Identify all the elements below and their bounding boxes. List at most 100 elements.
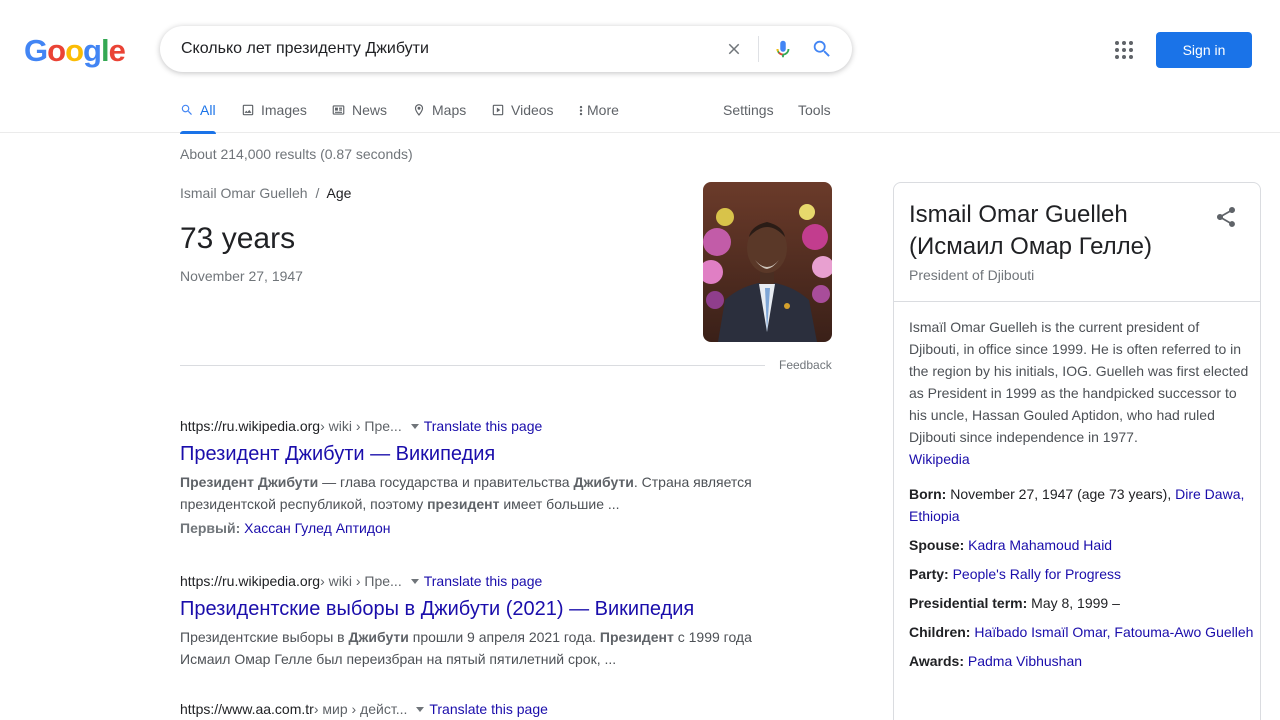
- result-title-link[interactable]: Президентские выборы в Джибути (2021) — …: [180, 596, 780, 622]
- snippet-text: прошли 9 апреля 2021 года.: [408, 629, 600, 645]
- kp-title: Ismail Omar Guelleh (Исмаил Омар Гелле): [909, 199, 1199, 263]
- result-extra-key: Первый:: [180, 520, 241, 536]
- logo-letter: l: [100, 33, 110, 68]
- fact-label: Presidential term:: [909, 595, 1028, 611]
- result-url: https://ru.wikipedia.org › wiki › Пре...…: [180, 418, 780, 434]
- tab-more[interactable]: More: [578, 102, 619, 118]
- kp-title-line: Ismail Omar Guelleh: [909, 201, 1128, 228]
- fact-text: November 27, 1947 (age 73 years),: [946, 486, 1176, 502]
- answer-attribute: Age: [326, 185, 352, 201]
- image-icon: [242, 104, 254, 116]
- tab-label: Videos: [511, 102, 554, 118]
- tab-all[interactable]: All: [180, 102, 216, 134]
- dropdown-arrow-icon[interactable]: [410, 578, 419, 584]
- kp-subtitle: President of Djibouti: [909, 267, 1035, 283]
- kp-source-link[interactable]: Wikipedia: [909, 451, 970, 467]
- knowledge-panel: Ismail Omar Guelleh (Исмаил Омар Гелле) …: [893, 182, 1261, 720]
- result-url: https://ru.wikipedia.org › wiki › Пре...…: [180, 573, 780, 589]
- search-box[interactable]: Сколько лет президенту Джибути: [160, 26, 852, 72]
- result-domain: https://www.aa.com.tr: [180, 701, 314, 717]
- fact-link[interactable]: Padma Vibhushan: [968, 653, 1082, 669]
- snippet-highlight: президент: [427, 496, 500, 512]
- logo-letter: g: [83, 33, 102, 68]
- tab-label: News: [352, 102, 388, 118]
- search-result: https://ru.wikipedia.org › wiki › Пре...…: [180, 418, 780, 536]
- snippet-text: Президентские выборы в: [180, 629, 349, 645]
- fact-link[interactable]: Kadra Mahamoud Haid: [968, 537, 1112, 553]
- apps-grid-icon[interactable]: [1112, 38, 1136, 62]
- answer-value: 73 years: [180, 222, 296, 255]
- kp-fact-term: Presidential term: May 8, 1999 –: [909, 592, 1254, 614]
- microphone-icon[interactable]: [771, 37, 795, 61]
- kp-fact-spouse: Spouse: Kadra Mahamoud Haid: [909, 534, 1254, 556]
- result-path: › мир › дейст...: [313, 701, 408, 717]
- snippet-text: имеет большие ...: [499, 496, 620, 512]
- tab-videos[interactable]: Videos: [491, 102, 554, 118]
- search-icon: [181, 104, 192, 115]
- logo-letter: G: [24, 33, 48, 68]
- portrait-image[interactable]: [703, 182, 832, 342]
- tab-news[interactable]: News: [331, 102, 387, 118]
- result-snippet: Президентские выборы в Джибути прошли 9 …: [180, 626, 780, 670]
- tab-images[interactable]: Images: [241, 102, 307, 118]
- result-domain: https://ru.wikipedia.org: [180, 573, 321, 589]
- kp-fact-born: Born: November 27, 1947 (age 73 years), …: [909, 483, 1254, 527]
- result-title-link[interactable]: Президент Джибути — Википедия: [180, 441, 780, 467]
- google-logo[interactable]: Google: [24, 33, 126, 69]
- snippet-highlight: Джибути: [573, 474, 634, 490]
- result-path: › wiki › Пре...: [320, 573, 402, 589]
- tab-tools[interactable]: Tools: [798, 102, 831, 118]
- tab-maps[interactable]: Maps: [412, 102, 466, 118]
- translate-link[interactable]: Translate this page: [424, 573, 543, 589]
- fact-label: Party:: [909, 566, 949, 582]
- kp-description: Ismaïl Omar Guelleh is the current presi…: [909, 316, 1249, 470]
- snippet-text: — глава государства и правительства: [318, 474, 574, 490]
- fact-link[interactable]: People's Rally for Progress: [953, 566, 1121, 582]
- result-extra: Первый: Хассан Гулед Аптидон: [180, 520, 780, 536]
- search-divider: [758, 36, 759, 62]
- result-stats: About 214,000 results (0.87 seconds): [180, 146, 413, 162]
- search-input[interactable]: Сколько лет президенту Джибути: [181, 40, 429, 58]
- fact-label: Spouse:: [909, 537, 965, 553]
- dropdown-arrow-icon[interactable]: [416, 706, 425, 712]
- search-icon[interactable]: [810, 37, 834, 61]
- clear-icon[interactable]: [722, 37, 746, 61]
- sign-in-button[interactable]: Sign in: [1156, 32, 1252, 68]
- kp-fact-party: Party: People's Rally for Progress: [909, 563, 1254, 585]
- kp-fact-awards: Awards: Padma Vibhushan: [909, 650, 1254, 672]
- answer-breadcrumb: Ismail Omar Guelleh / Age: [180, 185, 351, 201]
- tab-label: All: [200, 102, 216, 118]
- result-path: › wiki › Пре...: [320, 418, 402, 434]
- share-icon[interactable]: [1214, 205, 1238, 229]
- more-vertical-icon: [579, 105, 583, 116]
- answer-date: November 27, 1947: [180, 268, 303, 284]
- fact-text: May 8, 1999 –: [1027, 595, 1120, 611]
- fact-link[interactable]: Haïbado Ismaïl Omar, Fatouma-Awo Guelleh: [974, 624, 1253, 640]
- logo-letter: e: [108, 33, 126, 68]
- search-result: https://www.aa.com.tr › мир › дейст... T…: [180, 701, 780, 717]
- kp-facts: Born: November 27, 1947 (age 73 years), …: [909, 483, 1254, 679]
- feedback-link[interactable]: Feedback: [779, 358, 832, 372]
- tab-label: Settings: [723, 102, 774, 118]
- snippet-highlight: Президент Джибути: [180, 474, 319, 490]
- tab-label: Tools: [798, 102, 831, 118]
- newspaper-icon: [332, 105, 345, 115]
- kp-divider: [894, 301, 1260, 302]
- tab-label: Maps: [432, 102, 467, 118]
- search-result: https://ru.wikipedia.org › wiki › Пре...…: [180, 573, 780, 670]
- snippet-highlight: Президент: [599, 629, 674, 645]
- answer-entity-link[interactable]: Ismail Omar Guelleh: [180, 185, 308, 201]
- dropdown-arrow-icon[interactable]: [410, 423, 419, 429]
- translate-link[interactable]: Translate this page: [424, 418, 543, 434]
- breadcrumb-separator: /: [315, 185, 320, 201]
- result-snippet: Президент Джибути — глава государства и …: [180, 471, 780, 515]
- result-url: https://www.aa.com.tr › мир › дейст... T…: [180, 701, 780, 717]
- kp-description-text: Ismaïl Omar Guelleh is the current presi…: [909, 319, 1249, 445]
- logo-letter: o: [47, 33, 66, 68]
- translate-link[interactable]: Translate this page: [429, 701, 548, 717]
- result-extra-link[interactable]: Хассан Гулед Аптидон: [244, 520, 390, 536]
- fact-label: Awards:: [909, 653, 964, 669]
- tab-label: Images: [261, 102, 307, 118]
- tab-label: More: [587, 102, 619, 118]
- tab-settings[interactable]: Settings: [723, 102, 774, 118]
